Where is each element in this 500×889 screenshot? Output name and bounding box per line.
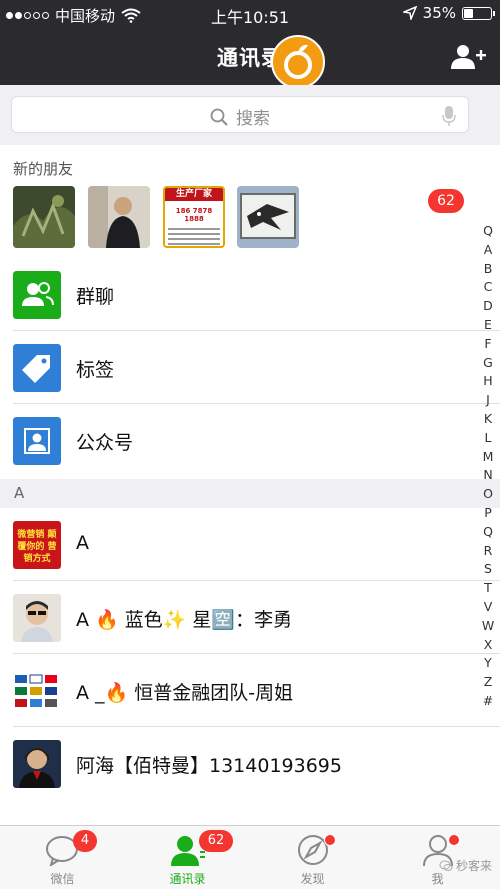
index-letter[interactable]: V [484,598,493,617]
orange-logo-icon [271,35,325,89]
tab-discover[interactable]: 发现 [250,826,375,889]
add-friend-icon[interactable] [450,42,486,72]
index-search-icon[interactable]: Q [483,222,493,241]
new-friends-badge: 62 [428,189,464,213]
tab-bar: 4 微信 62 通讯录 发现 我 [0,825,500,889]
official-accounts-row[interactable]: 公众号 [0,404,500,479]
group-chat-label: 群聊 [76,286,115,308]
index-letter[interactable]: W [482,617,494,636]
group-chat-icon [13,271,61,319]
battery-percent: 35% [422,4,456,22]
contact-name: 阿海【佰特曼】13140193695 [76,755,342,777]
contact-avatar [13,740,61,788]
index-letter[interactable]: S [484,560,492,579]
index-letter[interactable]: X [484,636,493,655]
battery-icon [462,6,495,20]
search-input[interactable]: 搜索 [11,96,469,133]
index-letter[interactable]: C [484,278,493,297]
chats-badge: 4 [73,830,97,852]
index-letter[interactable]: O [483,485,493,504]
contact-row[interactable]: 微营销 颠覆你的 营销方式 A [0,508,500,581]
index-letter[interactable]: Z [484,673,493,692]
index-letter[interactable]: Q [483,523,493,542]
index-letter[interactable]: L [485,429,492,448]
contact-avatar: 微营销 颠覆你的 营销方式 [13,521,61,569]
new-friend-avatar [13,186,75,248]
tab-label: 微信 [50,872,75,886]
index-letter[interactable]: D [483,297,493,316]
index-letter[interactable]: K [484,410,492,429]
contact-row[interactable]: A 🔥 蓝色✨ 星🈳：李勇 [0,581,500,654]
status-bar: 中国移动 上午10:51 35% [0,0,500,28]
nav-bar: 通讯录 [0,28,500,89]
contact-name: A 🔥 蓝色✨ 星🈳：李勇 [76,609,293,631]
index-letter[interactable]: G [483,354,493,373]
new-friend-avatar: 生产厂家 186 7878 1888 [163,186,225,248]
page-title: 通讯录 [217,46,283,70]
me-dot [448,834,460,846]
tags-label: 标签 [76,359,115,381]
section-header-a: A [0,479,500,508]
contact-avatar [13,594,61,642]
index-letter[interactable]: F [484,335,491,354]
alphabet-index[interactable]: Q A B C D E F G H J K L M N O P Q R S T V W X Y Z # [480,222,496,711]
wechat-watermark-icon [439,860,453,871]
group-chat-row[interactable]: 群聊 [0,258,500,331]
contact-row[interactable]: 阿海【佰特曼】13140193695 [0,727,500,825]
new-friend-avatar [88,186,150,248]
index-letter[interactable]: J [486,391,490,410]
search-area: 搜索 [0,85,500,145]
tab-chats[interactable]: 4 微信 [0,826,125,889]
tab-label: 通讯录 [169,872,206,886]
index-letter[interactable]: Y [484,654,492,673]
contact-name: A _🔥 恒普金融团队-周姐 [76,682,294,704]
index-letter[interactable]: H [483,372,492,391]
watermark: 秒客来 [439,857,492,874]
official-account-icon [13,417,61,465]
index-letter[interactable]: T [484,579,492,598]
new-friends-section[interactable]: 新的朋友 生产厂家 186 7878 1888 62 [0,145,500,258]
microphone-icon[interactable] [442,105,456,127]
contacts-badge: 62 [199,830,233,852]
tags-row[interactable]: 标签 [0,331,500,404]
tag-icon [13,344,61,392]
index-letter[interactable]: R [484,542,493,561]
index-letter[interactable]: M [483,448,494,467]
contact-avatar [13,667,61,715]
search-placeholder: 搜索 [236,109,270,129]
official-accounts-label: 公众号 [76,432,134,454]
index-letter[interactable]: A [484,241,493,260]
index-letter[interactable]: E [484,316,492,335]
tab-contacts[interactable]: 62 通讯录 [125,826,250,889]
discover-dot [324,834,336,846]
new-friend-avatar [237,186,299,248]
contact-name: A [76,532,89,554]
index-letter[interactable]: # [483,692,493,711]
location-arrow-icon [402,6,417,20]
search-icon [210,108,228,126]
contact-row[interactable]: A _🔥 恒普金融团队-周姐 [0,654,500,727]
index-letter[interactable]: N [483,466,492,485]
index-letter[interactable]: P [484,504,492,523]
tab-label: 发现 [300,872,325,886]
index-letter[interactable]: B [484,260,493,279]
new-friends-label: 新的朋友 [13,160,74,178]
